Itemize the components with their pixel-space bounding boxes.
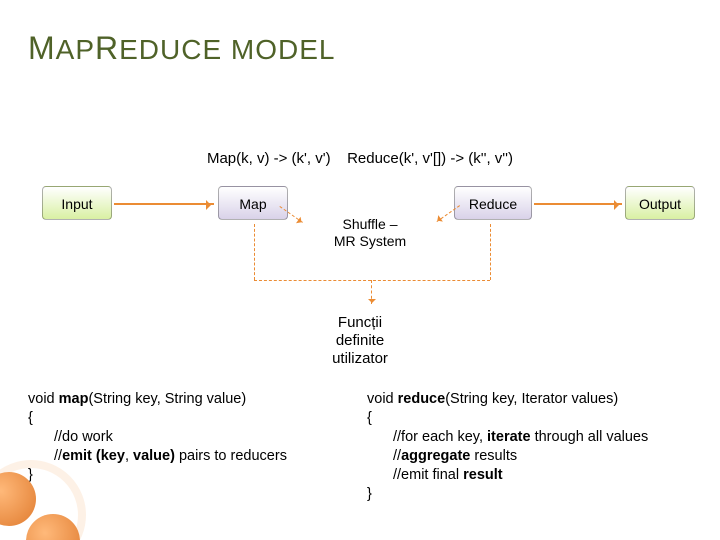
t: {	[28, 410, 33, 426]
t: result	[463, 467, 503, 483]
reduce-box: Reduce	[454, 186, 532, 220]
t: //do work	[28, 428, 353, 447]
funcdef-l2: definite	[0, 332, 720, 350]
t: emit (key	[62, 448, 125, 464]
dash-down-left	[254, 224, 255, 280]
t: iterate	[487, 429, 531, 445]
t: results	[470, 448, 517, 464]
t: //	[393, 448, 401, 464]
t: //for each key,	[393, 429, 487, 445]
map-signature: Map(k, v) -> (k', v')	[207, 150, 331, 167]
t: //for each key, iterate through all valu…	[367, 428, 692, 447]
t: void	[367, 391, 398, 407]
t: aggregate	[401, 448, 470, 464]
title-cap-m: M	[28, 30, 56, 66]
code-row: void map(String key, String value) { //d…	[28, 390, 692, 504]
input-box: Input	[42, 186, 112, 220]
funcdef-l3: utilizator	[0, 350, 720, 368]
shuffle-l2: MR System	[294, 233, 446, 250]
page-title: MAPREDUCE MODEL	[28, 30, 692, 67]
dash-down-right	[490, 224, 491, 280]
t: value)	[133, 448, 175, 464]
t: //	[54, 448, 62, 464]
title-rest: EDUCE MODEL	[119, 34, 335, 65]
output-box: Output	[625, 186, 695, 220]
t: }	[367, 486, 372, 502]
t: pairs to reducers	[175, 448, 287, 464]
shuffle-l1: Shuffle –	[294, 216, 446, 233]
t: (String key, Iterator values)	[445, 391, 618, 407]
t: map	[59, 391, 89, 407]
t: reduce	[398, 391, 446, 407]
signature-row: Map(k, v) -> (k', v') Reduce(k', v'[]) -…	[0, 150, 720, 168]
t: //emit final result	[367, 466, 692, 485]
t: (String key, String value)	[88, 391, 246, 407]
title-cap-r: R	[95, 30, 119, 66]
t: //emit (key, value) pairs to reducers	[28, 447, 353, 466]
slide: MAPREDUCE MODEL Map(k, v) -> (k', v') Re…	[0, 0, 720, 540]
dash-bridge	[254, 280, 490, 281]
t: //aggregate results	[367, 447, 692, 466]
title-ap: AP	[56, 34, 95, 65]
t: ,	[125, 448, 133, 464]
funcdef-l1: Funcții	[0, 314, 720, 332]
arrow-input-map	[114, 203, 214, 205]
t: through all values	[531, 429, 649, 445]
reduce-code: void reduce(String key, Iterator values)…	[367, 390, 692, 504]
reduce-signature: Reduce(k', v'[]) -> (k'', v'')	[347, 150, 513, 167]
user-defined-label: Funcții definite utilizator	[0, 314, 720, 368]
arrow-reduce-output	[534, 203, 622, 205]
t: //emit final	[393, 467, 463, 483]
t: {	[367, 410, 372, 426]
map-box: Map	[218, 186, 288, 220]
shuffle-label: Shuffle – MR System	[294, 216, 446, 250]
t: void	[28, 391, 59, 407]
dash-arrow-down	[371, 280, 372, 304]
flow-diagram: Input Map Reduce Output Shuffle – MR Sys…	[0, 186, 720, 252]
